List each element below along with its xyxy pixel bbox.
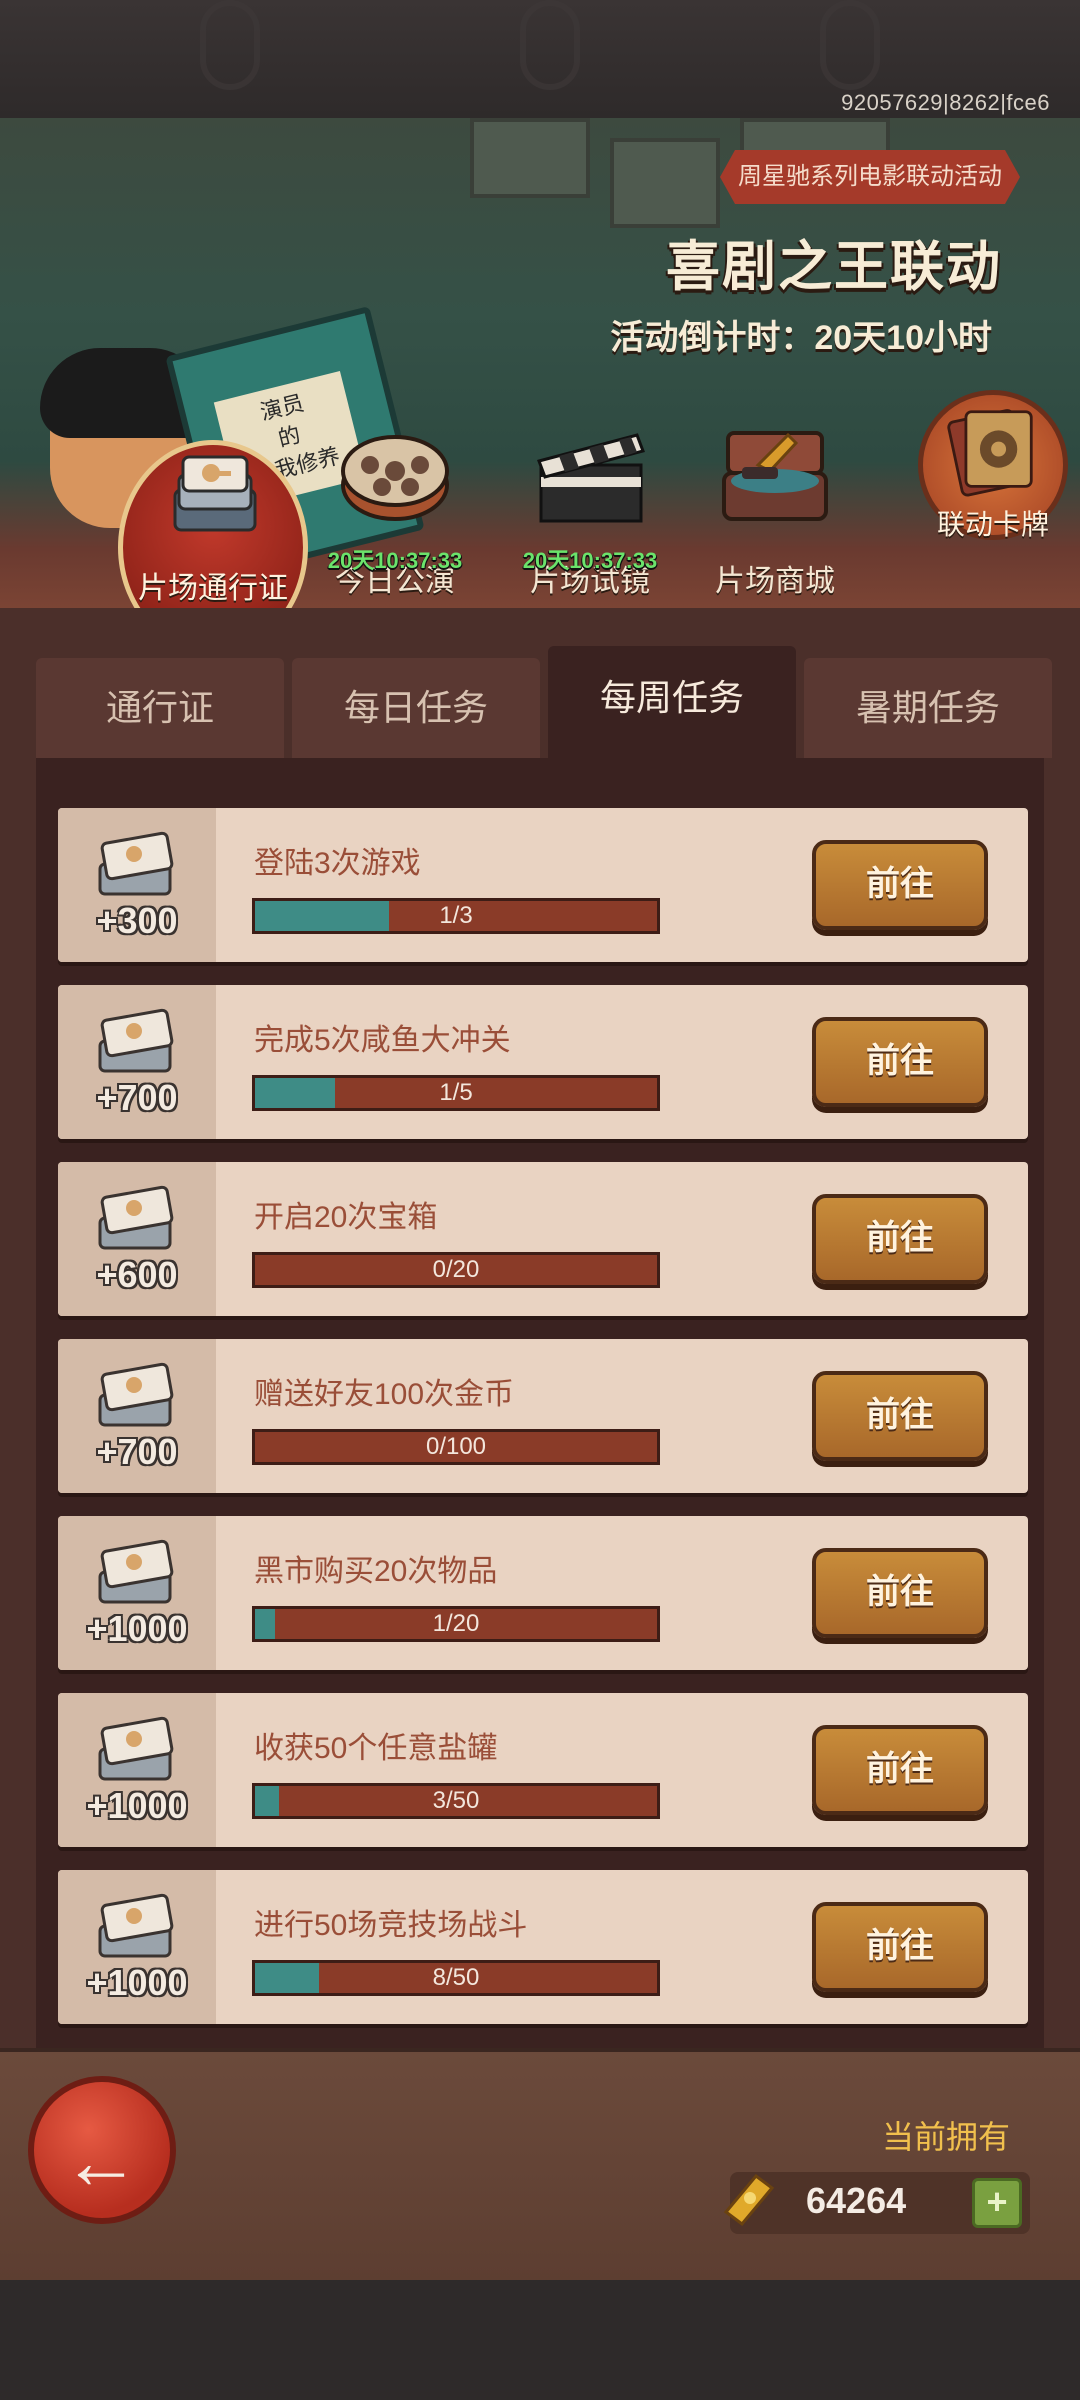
reward-panel: +1000 xyxy=(58,1870,216,2024)
wall-poster xyxy=(470,118,590,198)
reward-amount: +1000 xyxy=(86,1785,188,1826)
currency-display: 64264 + xyxy=(723,2172,1030,2234)
task-row: +700 完成5次咸鱼大冲关 1/5 前往 xyxy=(58,985,1028,1139)
currency-owned-label: 当前拥有 xyxy=(881,2119,1010,2155)
reward-amount: +1000 xyxy=(86,1962,188,2003)
event-title: 喜剧之王联动 xyxy=(666,237,1002,297)
progress-text: 0/20 xyxy=(432,1256,480,1283)
reward-panel: +700 xyxy=(58,985,216,1139)
linked-cards-label: 联动卡牌 xyxy=(936,509,1049,540)
shop-chest-icon xyxy=(722,431,828,521)
task-row: +600 开启20次宝箱 0/20 前往 xyxy=(58,1162,1028,1316)
task-title: 开启20次宝箱 xyxy=(254,1201,438,1234)
task-row: +1000 进行50场竞技场战斗 8/50 前往 xyxy=(58,1870,1028,2024)
ticket-icon xyxy=(98,1185,174,1250)
go-button[interactable]: 前往 xyxy=(812,1017,988,1107)
card-deck-icon xyxy=(947,409,1033,497)
task-progress-bar: 1/5 xyxy=(252,1075,660,1111)
user-id-label: 92057629|8262|fce6 xyxy=(841,90,1050,115)
reward-panel: +600 xyxy=(58,1162,216,1316)
reward-panel: +1000 xyxy=(58,1693,216,1847)
progress-text: 1/3 xyxy=(439,902,473,929)
ticket-icon xyxy=(98,1716,174,1781)
nav-item-shop[interactable]: 片场商城 xyxy=(685,425,865,600)
linked-cards-button[interactable]: 联动卡牌 xyxy=(918,390,1068,540)
task-progress-bar: 3/50 xyxy=(252,1783,660,1819)
event-ribbon: 周星驰系列电影联动活动 xyxy=(720,150,1020,204)
doodle-decoration xyxy=(200,0,260,90)
clapperboard-icon xyxy=(537,433,645,523)
tab-summer-tasks[interactable]: 暑期任务 xyxy=(804,658,1052,758)
progress-text: 1/5 xyxy=(439,1079,473,1106)
wall-poster xyxy=(610,138,720,228)
gold-ticket-icon xyxy=(723,2173,775,2227)
ticket-icon xyxy=(98,1893,174,1958)
task-progress-bar: 0/100 xyxy=(252,1429,660,1465)
go-button[interactable]: 前往 xyxy=(812,1902,988,1992)
task-panel: 通行证 每日任务 每周任务 暑期任务 +300 登陆3次游戏 1/3 前往 +700 完成… xyxy=(0,608,1080,2048)
tab-daily-tasks[interactable]: 每日任务 xyxy=(292,658,540,758)
nav-label: 片场通行证 xyxy=(138,572,288,605)
reward-amount: +300 xyxy=(96,900,178,941)
system-nav-bar xyxy=(0,2280,1080,2400)
ticket-icon xyxy=(98,1008,174,1073)
task-row: +300 登陆3次游戏 1/3 前往 xyxy=(58,808,1028,962)
task-list: +300 登陆3次游戏 1/3 前往 +700 完成5次咸鱼大冲关 1/5 前往 +600 开启2… xyxy=(36,758,1044,2048)
task-title: 登陆3次游戏 xyxy=(254,847,421,880)
task-title: 完成5次咸鱼大冲关 xyxy=(254,1024,511,1057)
back-arrow-icon: ← xyxy=(62,2117,140,2205)
go-button[interactable]: 前往 xyxy=(812,1194,988,1284)
countdown-timer: 20天10:37:33 xyxy=(522,548,658,573)
task-title: 黑市购买20次物品 xyxy=(254,1555,498,1588)
progress-text: 0/100 xyxy=(425,1433,487,1460)
reward-panel: +700 xyxy=(58,1339,216,1493)
film-reel-icon xyxy=(341,435,449,521)
progress-text: 8/50 xyxy=(432,1964,480,1991)
reward-panel: +1000 xyxy=(58,1516,216,1670)
ticket-icon xyxy=(173,455,257,532)
nav-item-daily-show[interactable]: 20天10:37:33 今日公演 xyxy=(305,425,485,600)
task-progress-bar: 8/50 xyxy=(252,1960,660,1996)
reward-amount: +700 xyxy=(96,1431,178,1472)
nav-label: 片场商城 xyxy=(715,565,835,598)
ticket-icon xyxy=(98,1362,174,1427)
go-button[interactable]: 前往 xyxy=(812,840,988,930)
bottom-bar: ← 当前拥有 64264 + xyxy=(0,2048,1080,2280)
doodle-decoration xyxy=(820,0,880,90)
countdown-timer: 20天10:37:33 xyxy=(327,548,463,573)
back-button[interactable]: ← xyxy=(28,2076,176,2224)
go-button[interactable]: 前往 xyxy=(812,1371,988,1461)
ticket-icon xyxy=(98,831,174,896)
task-row: +1000 收获50个任意盐罐 3/50 前往 xyxy=(58,1693,1028,1847)
add-icon[interactable]: + xyxy=(972,2178,1022,2228)
task-title: 赠送好友100次金币 xyxy=(254,1378,515,1411)
reward-amount: +1000 xyxy=(86,1608,188,1649)
tab-weekly-tasks[interactable]: 每周任务 xyxy=(548,646,796,758)
doodle-decoration xyxy=(520,0,580,90)
reward-panel: +300 xyxy=(58,808,216,962)
go-button[interactable]: 前往 xyxy=(812,1725,988,1815)
task-title: 收获50个任意盐罐 xyxy=(254,1732,498,1765)
go-button[interactable]: 前往 xyxy=(812,1548,988,1638)
reward-amount: +700 xyxy=(96,1077,178,1118)
reward-amount: +600 xyxy=(96,1254,178,1295)
nav-item-audition[interactable]: 20天10:37:33 片场试镜 xyxy=(500,425,680,600)
progress-text: 1/20 xyxy=(432,1610,480,1637)
task-progress-bar: 1/20 xyxy=(252,1606,660,1642)
task-title: 进行50场竞技场战斗 xyxy=(254,1909,528,1942)
task-row: +700 赠送好友100次金币 0/100 前往 xyxy=(58,1339,1028,1493)
ticket-icon xyxy=(98,1539,174,1604)
progress-text: 3/50 xyxy=(432,1787,480,1814)
tab-pass[interactable]: 通行证 xyxy=(36,658,284,758)
task-progress-bar: 0/20 xyxy=(252,1252,660,1288)
task-progress-bar: 1/3 xyxy=(252,898,660,934)
task-row: +1000 黑市购买20次物品 1/20 前往 xyxy=(58,1516,1028,1670)
event-countdown: 活动倒计时：20天10小时 xyxy=(610,319,992,357)
currency-value: 64264 xyxy=(806,2180,907,2221)
